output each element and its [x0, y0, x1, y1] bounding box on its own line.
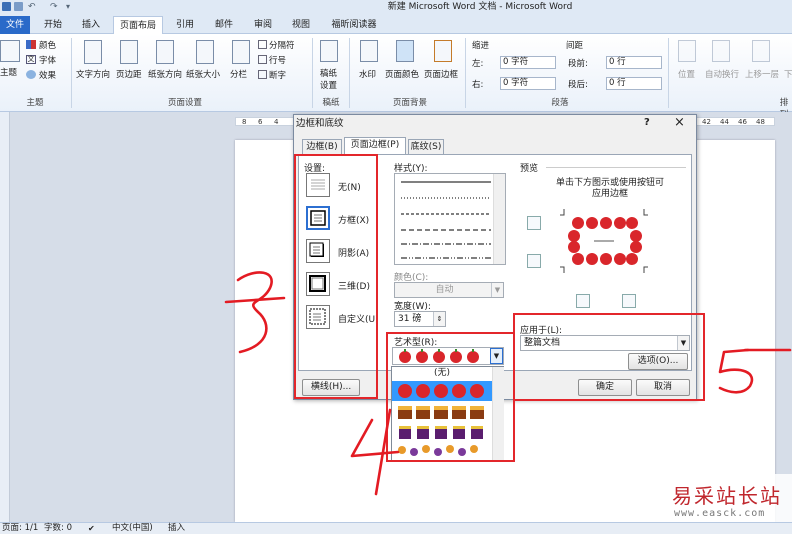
watermark-name: 易采站长站 — [672, 484, 782, 508]
handwritten-4 — [350, 408, 400, 496]
handwritten-3 — [236, 271, 273, 354]
page-count[interactable]: 页面: 1/1 — [2, 523, 38, 534]
proofing-icon[interactable]: ✔ — [88, 523, 95, 534]
handwritten-5 — [718, 348, 754, 394]
word-count[interactable]: 字数: 0 — [44, 523, 72, 534]
language-indicator[interactable]: 中文(中国) — [112, 523, 153, 534]
handwritten-annotations — [224, 271, 792, 496]
status-bar: 页面: 1/1 字数: 0 ✔ 中文(中国) 插入 — [0, 522, 792, 534]
insert-mode[interactable]: 插入 — [168, 523, 185, 534]
site-watermark: 易采站长站 www.easck.com — [662, 474, 792, 522]
watermark-url: www.easck.com — [674, 508, 766, 519]
